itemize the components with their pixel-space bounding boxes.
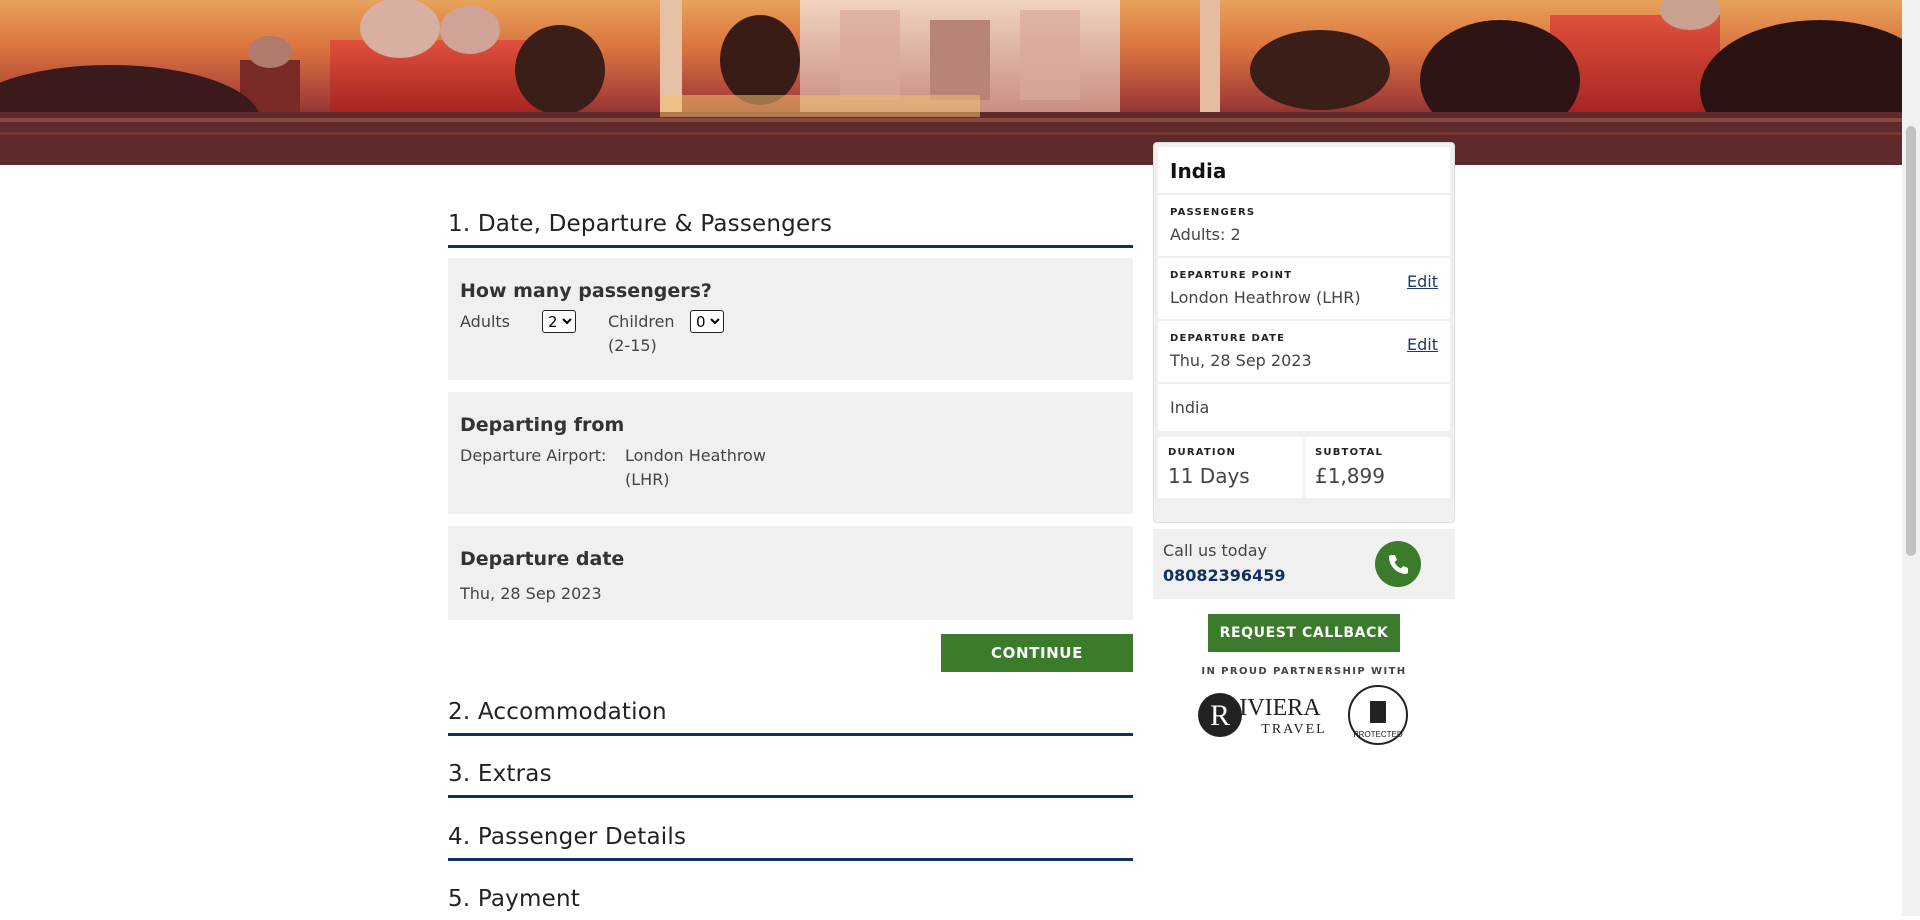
duration-subtotal-row: DURATION 11 Days SUBTOTAL £1,899 — [1158, 437, 1450, 498]
svg-text:IVIERA: IVIERA — [1239, 695, 1321, 721]
phone-icon-button[interactable] — [1375, 541, 1421, 587]
edit-departure-date-link[interactable]: Edit — [1407, 335, 1438, 354]
step-2-title[interactable]: 2. Accommodation — [448, 699, 1133, 736]
children-select[interactable]: 0 — [690, 310, 724, 333]
continue-button[interactable]: CONTINUE — [941, 634, 1133, 672]
adults-select[interactable]: 2 — [542, 310, 576, 333]
taj-mahal-image — [0, 0, 1902, 165]
departure-date-summary-value: Thu, 28 Sep 2023 — [1170, 351, 1312, 370]
departing-panel: Departing from Departure Airport: London… — [448, 392, 1133, 514]
destination-summary: India — [1158, 384, 1450, 433]
passengers-heading: How many passengers? — [460, 280, 712, 302]
partnership-caption: IN PROUD PARTNERSHIP WITH — [1201, 666, 1407, 677]
subtotal-value: £1,899 — [1315, 464, 1385, 488]
duration-caption: DURATION — [1168, 447, 1237, 458]
summary-card: India PASSENGERS Adults: 2 DEPARTURE POI… — [1153, 142, 1455, 523]
departing-heading: Departing from — [460, 414, 625, 436]
partner-logos: R IVIERA TRAVEL PROTECTED — [1153, 683, 1455, 747]
departure-point-value: London Heathrow (LHR) — [1170, 288, 1361, 307]
departure-date-panel: Departure date Thu, 28 Sep 2023 — [448, 526, 1133, 620]
departure-airport-value: London Heathrow — [625, 446, 766, 465]
hero-banner — [0, 0, 1902, 165]
page-scrollbar[interactable] — [1902, 0, 1920, 916]
passengers-value: Adults: 2 — [1170, 225, 1241, 244]
passengers-caption: PASSENGERS — [1170, 207, 1256, 218]
step-3-title[interactable]: 3. Extras — [448, 761, 1133, 798]
booking-steps: 1. Date, Departure & Passengers How many… — [448, 165, 1133, 920]
scrollbar-thumb[interactable] — [1906, 126, 1916, 556]
step-5-title[interactable]: 5. Payment — [448, 886, 1133, 920]
subtotal-caption: SUBTOTAL — [1315, 447, 1384, 458]
call-us-box: Call us today 08082396459 — [1153, 529, 1455, 599]
call-us-text: Call us today — [1163, 541, 1268, 560]
departure-airport-code: (LHR) — [625, 470, 670, 489]
departure-point-summary: DEPARTURE POINT London Heathrow (LHR) Ed… — [1158, 258, 1450, 321]
svg-text:TRAVEL: TRAVEL — [1261, 722, 1326, 737]
step-4-title[interactable]: 4. Passenger Details — [448, 824, 1133, 861]
booking-summary: India PASSENGERS Adults: 2 DEPARTURE POI… — [1153, 142, 1455, 747]
duration-value: 11 Days — [1168, 464, 1250, 488]
departure-date-heading: Departure date — [460, 548, 625, 570]
departure-date-caption: DEPARTURE DATE — [1170, 333, 1286, 344]
svg-text:PROTECTED: PROTECTED — [1353, 730, 1403, 739]
destination-value: India — [1170, 398, 1210, 417]
phone-icon — [1389, 555, 1408, 574]
edit-departure-point-link[interactable]: Edit — [1407, 272, 1438, 291]
children-age-range: (2-15) — [608, 336, 657, 355]
passengers-summary: PASSENGERS Adults: 2 — [1158, 195, 1450, 258]
departure-date-value: Thu, 28 Sep 2023 — [460, 584, 602, 603]
departure-airport-label: Departure Airport: — [460, 446, 607, 465]
departure-date-summary: DEPARTURE DATE Thu, 28 Sep 2023 Edit — [1158, 321, 1450, 384]
subtotal-cell: SUBTOTAL £1,899 — [1303, 437, 1450, 498]
riviera-travel-logo: R IVIERA TRAVEL — [1198, 693, 1326, 737]
summary-title: India — [1158, 147, 1450, 195]
request-callback-button[interactable]: REQUEST CALLBACK — [1208, 614, 1400, 652]
adults-label: Adults — [460, 312, 511, 331]
step-1-title[interactable]: 1. Date, Departure & Passengers — [448, 211, 1133, 248]
passengers-panel: How many passengers? Adults 2 Children (… — [448, 258, 1133, 380]
svg-text:R: R — [1210, 699, 1230, 732]
duration-cell: DURATION 11 Days — [1158, 437, 1303, 498]
departure-point-caption: DEPARTURE POINT — [1170, 270, 1293, 281]
phone-number[interactable]: 08082396459 — [1163, 566, 1285, 585]
children-label: Children — [608, 312, 675, 331]
abta-protected-badge: PROTECTED — [1348, 685, 1408, 745]
